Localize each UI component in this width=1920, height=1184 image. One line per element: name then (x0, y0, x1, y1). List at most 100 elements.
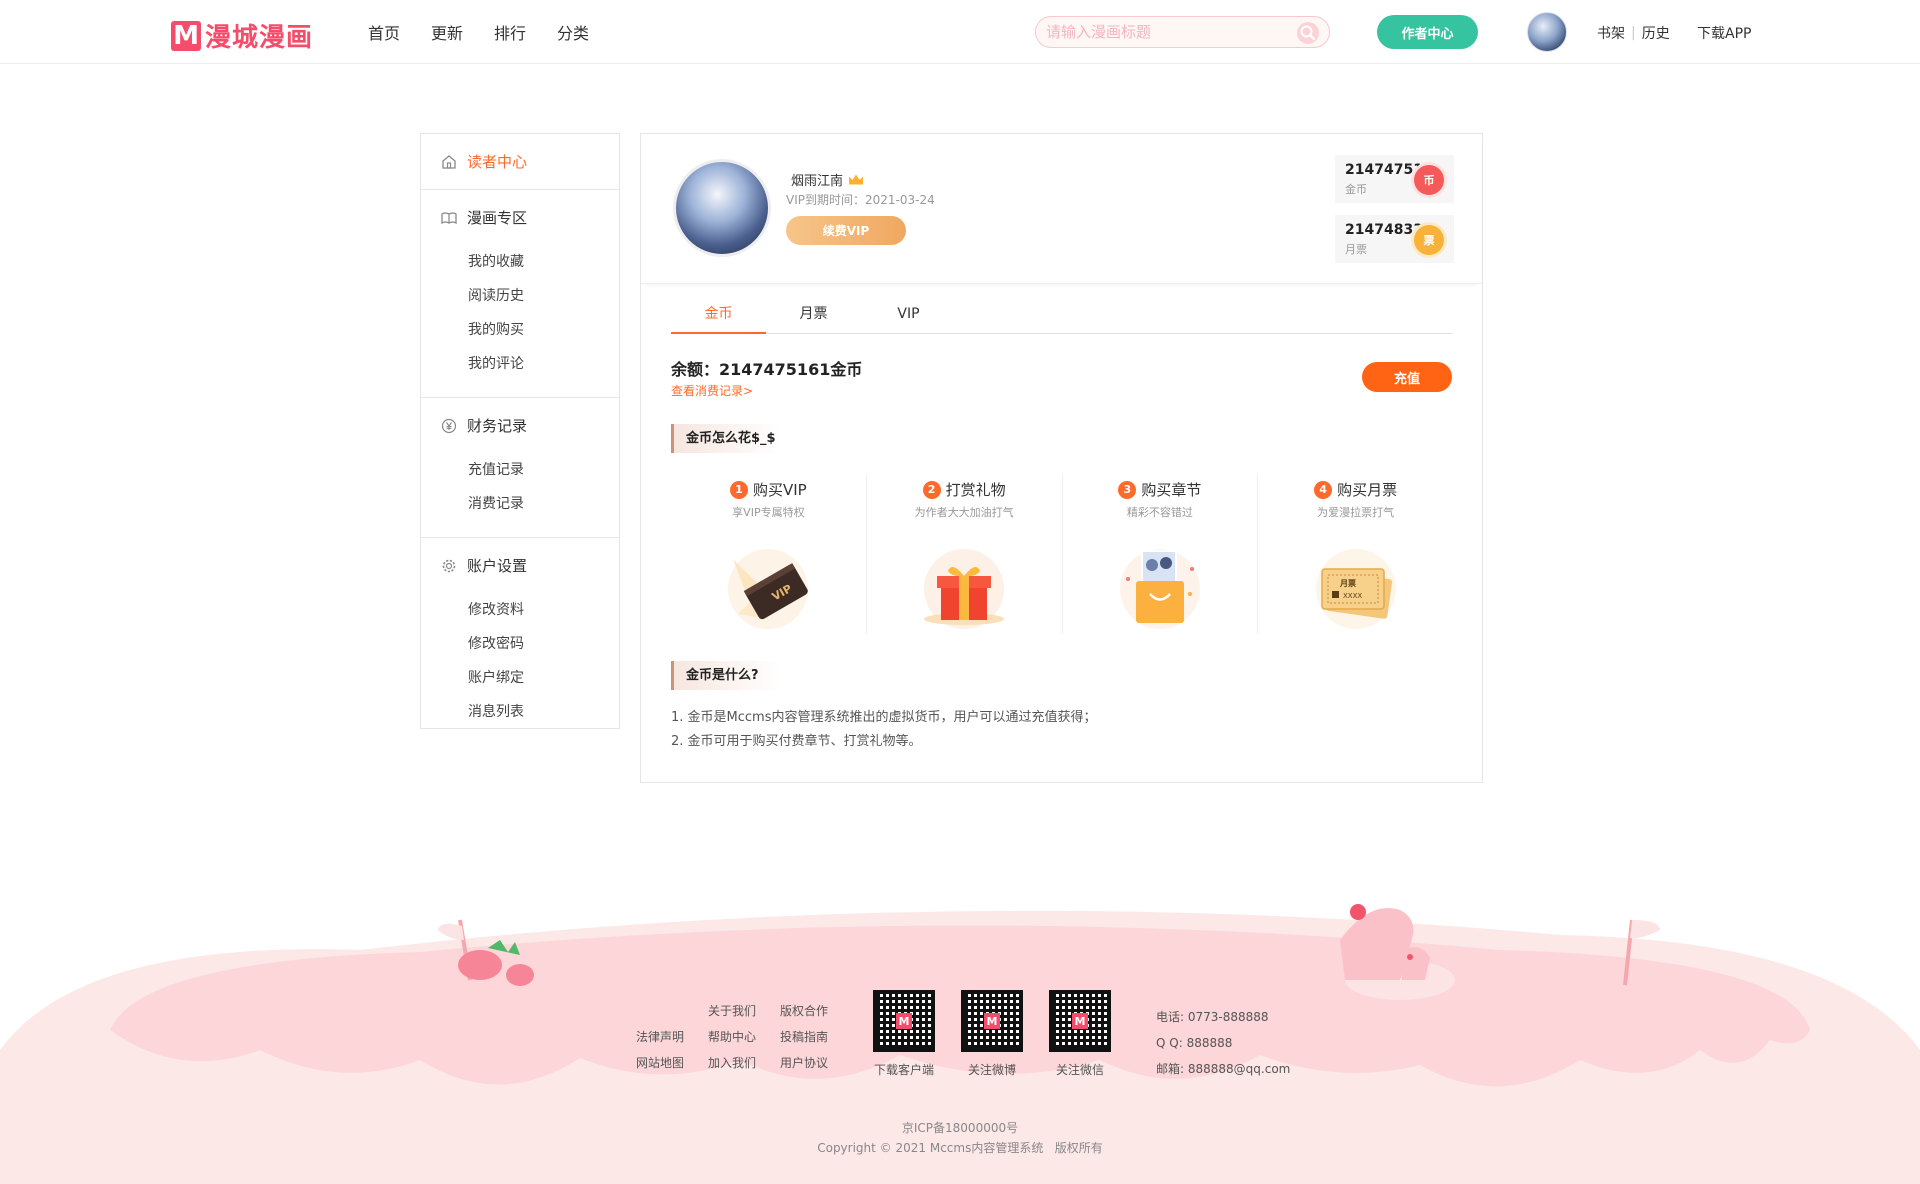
way-number: 2 (922, 480, 941, 499)
footer-link-agreement[interactable]: 用户协议 (780, 1054, 828, 1071)
renew-vip-button[interactable]: 续费VIP (786, 216, 906, 245)
profile-avatar[interactable] (673, 159, 771, 257)
sidebar-item-recharge-records[interactable]: 充值记录 (421, 453, 619, 487)
history-link[interactable]: 历史 (1642, 23, 1670, 43)
ticket-art-text: 月票 (1339, 578, 1356, 588)
qr-label-weibo: 关注微博 (967, 1063, 1016, 1077)
book-icon (441, 211, 457, 224)
sidebar-item-consumption-records[interactable]: 消费记录 (421, 487, 619, 521)
way-number: 3 (1118, 480, 1137, 499)
way-title: 1 购买VIP (671, 479, 866, 500)
gear-icon (442, 559, 456, 572)
logo-mark: M (171, 20, 201, 51)
ticket-art-code: XXXX (1343, 592, 1362, 600)
balance-text: 余额：2147475161金币 (671, 360, 863, 379)
sidebar-items: 我的收藏 阅读历史 我的购买 我的评论 (421, 245, 619, 397)
icp-number: 京ICP备18000000号 (901, 1121, 1019, 1135)
qr-code-wechat: M (1049, 990, 1111, 1052)
sidebar-items: 充值记录 消费记录 (421, 453, 619, 537)
header-links: 书架 | 历史 (1597, 23, 1670, 43)
qr-mark: M (984, 1013, 1000, 1029)
sidebar-head-reader-center[interactable]: 读者中心 (421, 134, 619, 189)
author-center-button[interactable]: 作者中心 (1377, 15, 1478, 49)
way-title: 4 购买月票 (1258, 479, 1453, 500)
sidebar-group-finance: 财务记录 充值记录 消费记录 (421, 398, 619, 538)
search-input[interactable] (1046, 17, 1286, 47)
username: 烟雨江南 (791, 170, 864, 189)
qr-mark: M (896, 1013, 912, 1029)
way-desc: 为作者大大加油打气 (914, 506, 1014, 519)
divider: | (1631, 25, 1636, 41)
way-buy-tickets: 4 购买月票 为爱漫拉票打气 月票 XXXX (1258, 474, 1453, 634)
tab-monthly-tickets[interactable]: 月票 (766, 302, 861, 334)
coins-label: 金币 (1345, 183, 1367, 196)
way-title-text: 购买月票 (1337, 481, 1398, 499)
nav-category[interactable]: 分类 (557, 20, 589, 44)
user-avatar[interactable] (1527, 12, 1567, 52)
username-text: 烟雨江南 (791, 174, 844, 189)
way-title-text: 购买VIP (753, 481, 807, 499)
tab-coins[interactable]: 金币 (671, 302, 766, 334)
sidebar-head-label: 财务记录 (467, 417, 528, 435)
contact-email: 邮箱: 888888@qq.com (1156, 1062, 1291, 1076)
footer-link-copyright[interactable]: 版权合作 (780, 1002, 828, 1019)
footer-link-submission[interactable]: 投稿指南 (780, 1028, 828, 1045)
footer-link-legal[interactable]: 法律声明 (636, 1028, 684, 1045)
footer-link-help[interactable]: 帮助中心 (708, 1028, 756, 1045)
sidebar-item-messages[interactable]: 消息列表 (421, 695, 619, 729)
sidebar-item-change-password[interactable]: 修改密码 (421, 627, 619, 661)
qr-code-download: M (873, 990, 935, 1052)
nav-home[interactable]: 首页 (368, 20, 400, 44)
ticket-icon: 票 (1414, 225, 1444, 255)
spend-ways: 1 购买VIP 享VIP专属特权 VIP 2 打赏礼物 为作者大大加油打气 3 … (671, 474, 1453, 634)
sidebar-item-comments[interactable]: 我的评论 (421, 347, 619, 381)
main-panel: 烟雨江南 VIP到期时间：2021-03-24 续费VIP 2147475161… (640, 133, 1483, 783)
how-to-spend-title: 金币怎么花$_$ (671, 424, 781, 453)
coin-icon: 币 (1414, 165, 1444, 195)
profile-card: 烟雨江南 VIP到期时间：2021-03-24 续费VIP 2147475161… (641, 134, 1482, 284)
way-title-text: 购买章节 (1141, 481, 1202, 499)
yen-icon (441, 418, 457, 433)
vip-expiry: VIP到期时间：2021-03-24 (786, 193, 935, 207)
download-app-link[interactable]: 下载APP (1697, 23, 1751, 43)
sidebar-item-purchases[interactable]: 我的购买 (421, 313, 619, 347)
sidebar-head-label: 账户设置 (467, 557, 528, 575)
sidebar-item-edit-profile[interactable]: 修改资料 (421, 593, 619, 627)
copyright-text: Copyright © 2021 Mccms内容管理系统 版权所有 (817, 1141, 1103, 1155)
footer-link-about[interactable]: 关于我们 (708, 1002, 756, 1019)
nav-ranking[interactable]: 排行 (494, 20, 526, 44)
site-logo[interactable]: M 漫城漫画 (171, 17, 313, 54)
qr-label-wechat: 关注微信 (1055, 1063, 1104, 1077)
vip-card-illustration: VIP (728, 549, 809, 629)
sidebar-head-account[interactable]: 账户设置 (421, 538, 619, 593)
search-box (1035, 16, 1330, 48)
shelf-link[interactable]: 书架 (1597, 23, 1625, 43)
sidebar-head-finance[interactable]: 财务记录 (421, 398, 619, 453)
way-buy-vip: 1 购买VIP 享VIP专属特权 VIP (671, 474, 867, 634)
sidebar-head-label: 读者中心 (467, 153, 528, 171)
sidebar-items: 修改资料 修改密码 账户绑定 消息列表 (421, 593, 619, 745)
tab-bar: 金币 月票 VIP (671, 302, 1453, 334)
main-nav: 首页 更新 排行 分类 (368, 20, 589, 44)
footer-link-sitemap[interactable]: 网站地图 (636, 1054, 684, 1071)
sidebar-item-reading-history[interactable]: 阅读历史 (421, 279, 619, 313)
way-number: 1 (730, 480, 748, 499)
search-icon[interactable] (1295, 20, 1321, 46)
sidebar-group-reader: 读者中心 (421, 134, 619, 190)
faq-line: 2. 金币可用于购买付费章节、打赏礼物等。 (671, 734, 922, 749)
consumption-record-link[interactable]: 查看消费记录> (671, 382, 753, 399)
sidebar-item-favorites[interactable]: 我的收藏 (421, 245, 619, 279)
tickets-label: 月票 (1345, 243, 1367, 256)
tab-vip[interactable]: VIP (861, 302, 956, 334)
qr-label-download: 下载客户端 (873, 1063, 934, 1077)
recharge-button[interactable]: 充值 (1362, 362, 1452, 392)
way-title: 2 打赏礼物 (867, 479, 1062, 500)
sidebar-head-comics[interactable]: 漫画专区 (421, 190, 619, 245)
sidebar-item-account-binding[interactable]: 账户绑定 (421, 661, 619, 695)
way-title: 3 购买章节 (1063, 479, 1258, 500)
qr-mark: M (1072, 1013, 1088, 1029)
footer-link-join[interactable]: 加入我们 (708, 1054, 756, 1071)
way-title-text: 打赏礼物 (945, 481, 1006, 499)
sidebar: 读者中心 漫画专区 我的收藏 阅读历史 我的购买 我的评论 财务记录 充值记录 … (420, 133, 620, 729)
nav-updates[interactable]: 更新 (431, 20, 463, 44)
